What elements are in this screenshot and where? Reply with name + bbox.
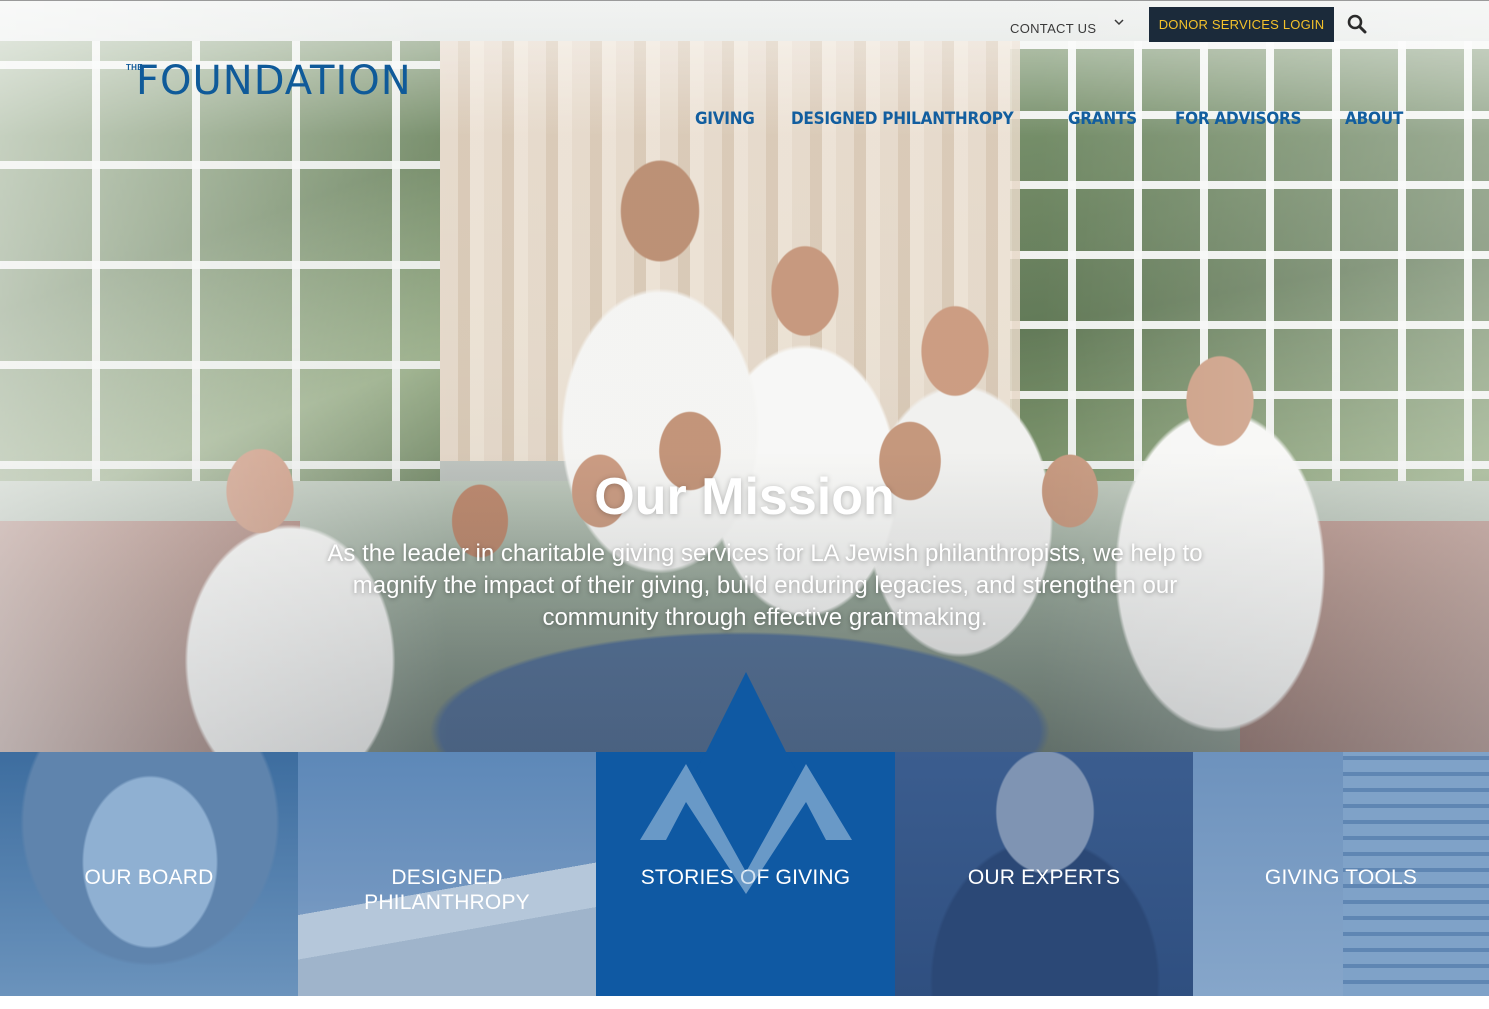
nav-for-advisors[interactable]: FOR ADVISORS: [1175, 106, 1302, 132]
nav-grants[interactable]: GRANTS: [1068, 106, 1137, 132]
feature-tiles: OUR BOARD DESIGNED PHILANTHROPY STORIES …: [0, 752, 1489, 996]
main-nav: GIVING DESIGNED PHILANTHROPY GRANTS FOR …: [695, 106, 1410, 132]
mission-text: As the leader in charitable giving servi…: [327, 540, 1203, 631]
tile-stories-of-giving[interactable]: STORIES OF GIVING: [596, 752, 895, 996]
logo-wordmark: FOUNDATION: [136, 58, 412, 104]
tile-giving-tools[interactable]: GIVING TOOLS: [1193, 752, 1489, 996]
mission-title: Our Mission: [594, 468, 895, 526]
tile-our-board[interactable]: OUR BOARD: [0, 752, 298, 996]
tile-label[interactable]: OUR EXPERTS: [895, 865, 1193, 890]
nav-about[interactable]: ABOUT: [1345, 106, 1403, 132]
nav-giving[interactable]: GIVING: [695, 106, 755, 132]
tile-label[interactable]: STORIES OF GIVING: [596, 865, 895, 890]
foundation-logo[interactable]: THE FOUNDATION: [124, 58, 434, 104]
contact-us-link[interactable]: CONTACT US: [1010, 17, 1124, 36]
nav-designed-philanthropy[interactable]: DESIGNED PHILANTHROPY: [791, 106, 1014, 132]
tile-our-experts[interactable]: OUR EXPERTS: [895, 752, 1193, 996]
tile-designed-philanthropy[interactable]: DESIGNED PHILANTHROPY: [298, 752, 596, 996]
tile-label[interactable]: GIVING TOOLS: [1193, 865, 1489, 890]
tile-label[interactable]: OUR BOARD: [0, 865, 298, 890]
contact-us-label[interactable]: CONTACT US: [1010, 21, 1096, 36]
donor-services-login-label[interactable]: DONOR SERVICES LOGIN: [1159, 17, 1325, 32]
search-icon[interactable]: [1347, 14, 1367, 34]
chevron-down-icon[interactable]: [1114, 17, 1124, 27]
donor-services-login-button[interactable]: DONOR SERVICES LOGIN: [1149, 7, 1334, 42]
tile-label[interactable]: DESIGNED PHILANTHROPY: [347, 865, 547, 915]
